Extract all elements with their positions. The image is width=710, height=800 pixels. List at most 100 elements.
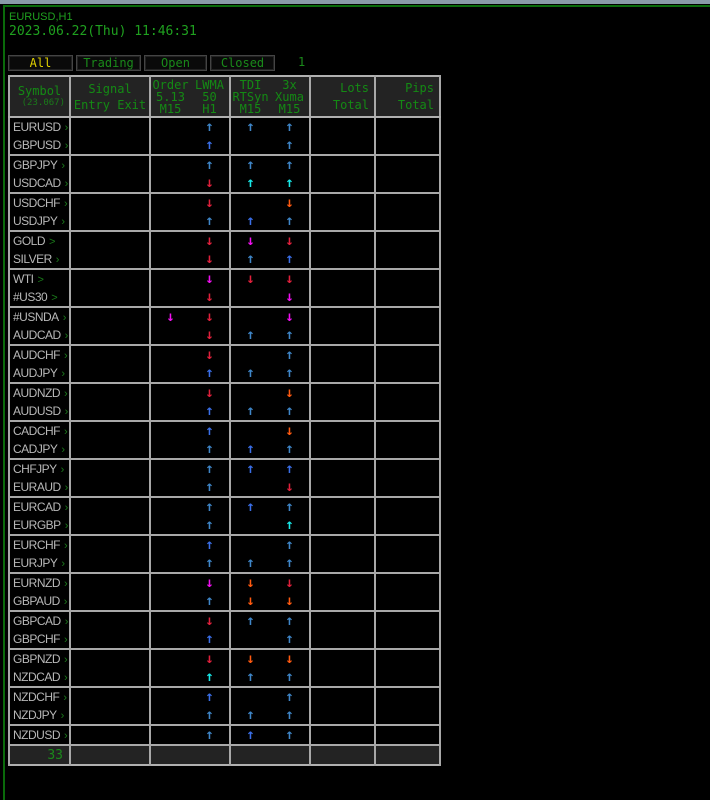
symbol-cell[interactable]: EURNZD ›	[8, 572, 71, 592]
tab-trading[interactable]: Trading	[76, 55, 141, 71]
arrow-up-icon: ↑	[205, 423, 214, 439]
order-lwma-cell: ↑	[149, 592, 231, 611]
symbol-cell[interactable]: GBPCAD ›	[8, 610, 71, 630]
table-row[interactable]: #USNDA › ↓ ↓ ↓	[8, 306, 441, 326]
table-row[interactable]: NZDCAD › ↑ ↑ ↑	[8, 668, 441, 687]
arrow-up-icon: ↑	[205, 593, 214, 609]
symbol-cell[interactable]: USDJPY ›	[8, 212, 71, 231]
arrow-up-icon: ↑	[246, 555, 255, 571]
table-row[interactable]: EURJPY › ↑ ↑ ↑	[8, 554, 441, 573]
symbol-cell[interactable]: WTI >	[8, 268, 71, 288]
table-row[interactable]: SILVER › ↓ ↑ ↑	[8, 250, 441, 269]
symbol-cell[interactable]: EURCHF ›	[8, 534, 71, 554]
table-row[interactable]: EURAUD › ↑ ↓	[8, 478, 441, 497]
signal-cell	[69, 344, 151, 364]
symbol-cell[interactable]: GBPJPY ›	[8, 154, 71, 174]
table-row[interactable]: EURUSD › ↑ ↑ ↑	[8, 116, 441, 136]
table-row[interactable]: NZDCHF › ↑ ↑	[8, 686, 441, 706]
order-lwma-cell: ↓	[149, 250, 231, 269]
symbol-cell[interactable]: NZDUSD ›	[8, 724, 71, 745]
symbol-cell[interactable]: AUDNZD ›	[8, 382, 71, 402]
table-row[interactable]: CHFJPY › ↑ ↑ ↑	[8, 458, 441, 478]
table-row[interactable]: WTI > ↓ ↓ ↓	[8, 268, 441, 288]
table-row[interactable]: EURCAD › ↑ ↑ ↑	[8, 496, 441, 516]
tab-closed[interactable]: Closed	[210, 55, 275, 71]
symbol-cell[interactable]: EURJPY ›	[8, 554, 71, 573]
order-lwma-cell: ↑	[149, 534, 231, 554]
symbol-cell[interactable]: GBPCHF ›	[8, 630, 71, 649]
table-row[interactable]: NZDUSD › ↑ ↑ ↑	[8, 724, 441, 745]
lots-total-cell	[309, 136, 376, 155]
table-row[interactable]: EURCHF › ↑ ↑	[8, 534, 441, 554]
lots-total-cell	[309, 382, 376, 402]
table-row[interactable]: USDCHF › ↓ ↓	[8, 192, 441, 212]
table-row[interactable]: EURNZD › ↓ ↓ ↓	[8, 572, 441, 592]
symbol-cell[interactable]: AUDUSD ›	[8, 402, 71, 421]
symbol-cell[interactable]: NZDCAD ›	[8, 668, 71, 687]
lots-total-cell	[309, 288, 376, 307]
symbol-cell[interactable]: #US30 >	[8, 288, 71, 307]
symbol-marker-icon: ›	[64, 178, 69, 190]
tdi-xuma-cell: ↑	[229, 630, 311, 649]
symbol-cell[interactable]: GBPUSD ›	[8, 136, 71, 155]
arrow-up-icon: ↑	[285, 213, 294, 229]
table-row[interactable]: EURGBP › ↑ ↑	[8, 516, 441, 535]
lots-total-cell	[309, 706, 376, 725]
symbol-cell[interactable]: EURCAD ›	[8, 496, 71, 516]
symbol-cell[interactable]: NZDJPY ›	[8, 706, 71, 725]
table-row[interactable]: #US30 > ↓ ↓	[8, 288, 441, 307]
symbol-name: WTI	[13, 272, 34, 286]
table-row[interactable]: CADCHF › ↑ ↓	[8, 420, 441, 440]
tab-open[interactable]: Open	[144, 55, 207, 71]
symbol-cell[interactable]: AUDJPY ›	[8, 364, 71, 383]
symbol-cell[interactable]: CADJPY ›	[8, 440, 71, 459]
pips-total-cell	[374, 534, 441, 554]
table-row[interactable]: USDJPY › ↑ ↑ ↑	[8, 212, 441, 231]
arrow-down-icon: ↓	[205, 385, 214, 401]
symbol-cell[interactable]: EURAUD ›	[8, 478, 71, 497]
table-row[interactable]: GBPUSD › ↑ ↑	[8, 136, 441, 155]
lots-total-cell	[309, 724, 376, 745]
symbol-name: EURAUD	[13, 480, 61, 494]
symbol-marker-icon: ›	[64, 634, 68, 646]
symbol-cell[interactable]: AUDCHF ›	[8, 344, 71, 364]
symbol-cell[interactable]: NZDCHF ›	[8, 686, 71, 706]
symbol-cell[interactable]: GBPNZD ›	[8, 648, 71, 668]
symbol-cell[interactable]: #USNDA ›	[8, 306, 71, 326]
table-row[interactable]: AUDNZD › ↓ ↓	[8, 382, 441, 402]
table-row[interactable]: GBPCHF › ↑ ↑	[8, 630, 441, 649]
symbol-cell[interactable]: USDCAD ›	[8, 174, 71, 193]
symbol-cell[interactable]: CHFJPY ›	[8, 458, 71, 478]
table-row[interactable]: AUDCHF › ↓ ↑	[8, 344, 441, 364]
symbol-cell[interactable]: USDCHF ›	[8, 192, 71, 212]
table-row[interactable]: AUDJPY › ↑ ↑ ↑	[8, 364, 441, 383]
table-row[interactable]: GBPAUD › ↑ ↓ ↓	[8, 592, 441, 611]
order-lwma-cell: ↑	[149, 706, 231, 725]
table-row[interactable]: AUDUSD › ↑ ↑ ↑	[8, 402, 441, 421]
symbol-cell[interactable]: EURUSD ›	[8, 116, 71, 136]
symbol-cell[interactable]: AUDCAD ›	[8, 326, 71, 345]
tdi-empty	[231, 422, 270, 440]
table-row[interactable]: GBPJPY › ↑ ↑ ↑	[8, 154, 441, 174]
symbol-cell[interactable]: CADCHF ›	[8, 420, 71, 440]
symbol-name: NZDCHF	[13, 690, 60, 704]
header-symbol[interactable]: Symbol (23.067)	[8, 76, 71, 118]
order-empty	[151, 212, 190, 230]
table-row[interactable]: NZDJPY › ↑ ↑ ↑	[8, 706, 441, 725]
order-empty	[151, 174, 190, 192]
table-row[interactable]: USDCAD › ↓ ↑ ↑	[8, 174, 441, 193]
symbol-name: USDCHF	[13, 196, 61, 210]
symbol-cell[interactable]: GOLD >	[8, 230, 71, 250]
symbol-cell[interactable]: EURGBP ›	[8, 516, 71, 535]
table-row[interactable]: GOLD > ↓ ↓ ↓	[8, 230, 441, 250]
symbol-cell[interactable]: SILVER ›	[8, 250, 71, 269]
tab-all[interactable]: All	[8, 55, 73, 71]
symbol-marker-icon: ›	[55, 254, 60, 266]
table-row[interactable]: AUDCAD › ↓ ↑ ↑	[8, 326, 441, 345]
table-row[interactable]: GBPCAD › ↓ ↑ ↑	[8, 610, 441, 630]
symbol-cell[interactable]: GBPAUD ›	[8, 592, 71, 611]
arrow-down-icon: ↓	[246, 593, 255, 609]
table-row[interactable]: CADJPY › ↑ ↑ ↑	[8, 440, 441, 459]
table-row[interactable]: GBPNZD › ↓ ↓ ↓	[8, 648, 441, 668]
order-empty	[151, 612, 190, 630]
